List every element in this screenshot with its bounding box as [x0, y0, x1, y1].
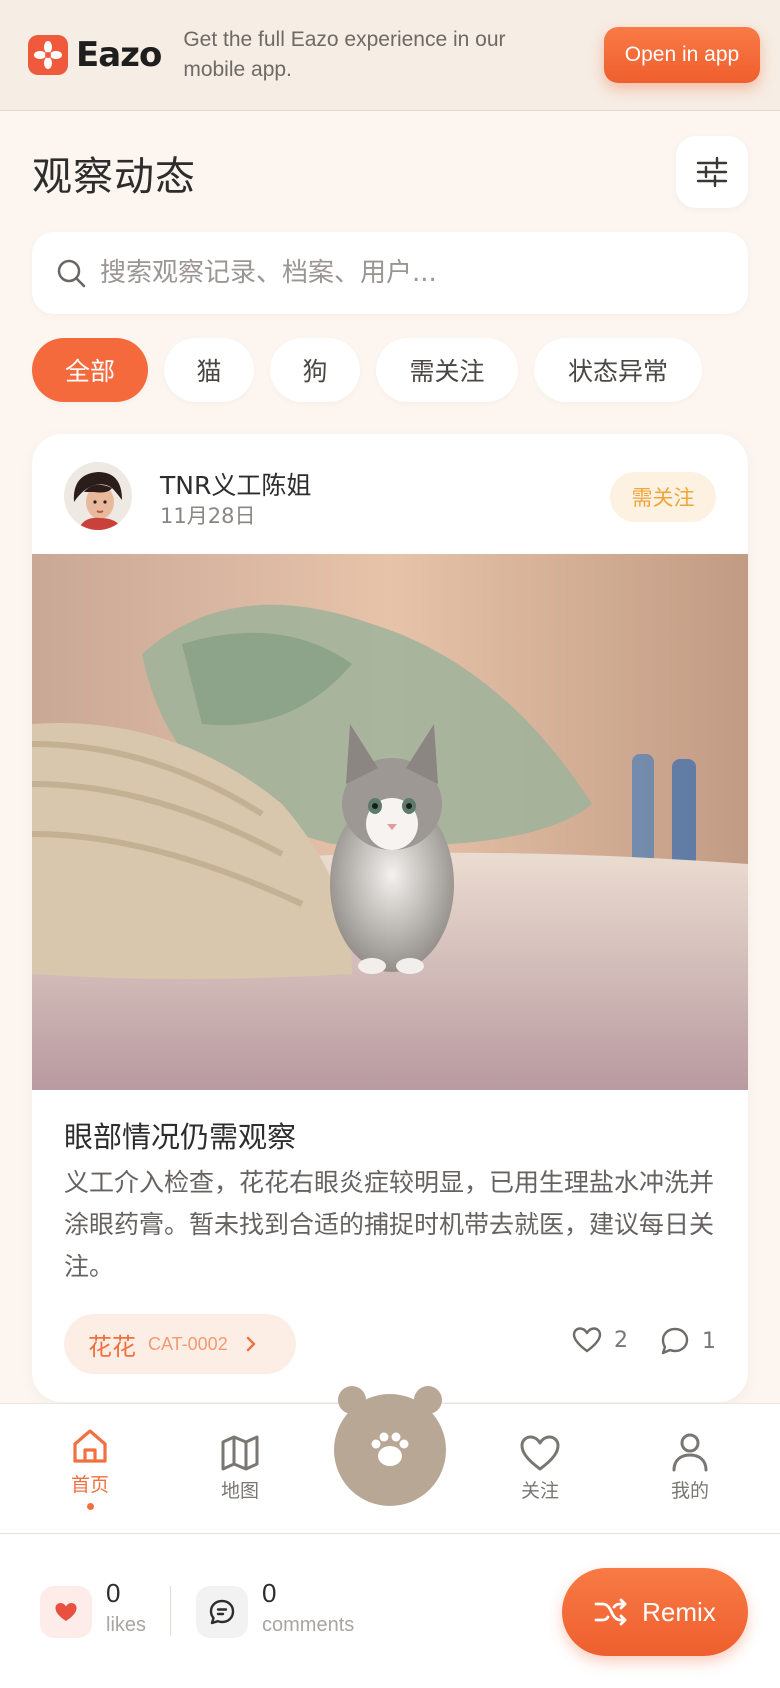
bear-paw-button[interactable]: [334, 1382, 446, 1506]
active-indicator: [86, 1503, 94, 1510]
pet-profile-link[interactable]: 花花 CAT-0002: [64, 1314, 296, 1374]
post-date: 11月28日: [160, 504, 256, 528]
app-banner: Eazo Get the full Eazo experience in our…: [0, 0, 780, 111]
nav-profile[interactable]: 我的: [645, 1432, 735, 1503]
chip-needs-attention[interactable]: 需关注: [376, 338, 518, 402]
shuffle-icon: [594, 1598, 627, 1626]
chat-icon: [209, 1599, 235, 1625]
map-icon: [221, 1435, 259, 1471]
observation-card[interactable]: TNR义工陈姐 11月28日 需关注 眼部情况仍需观察 义工介入检查，花花右眼炎…: [32, 434, 748, 1402]
nav-map[interactable]: 地图: [195, 1434, 285, 1503]
like-count: 2: [614, 1327, 628, 1353]
user-icon: [672, 1433, 708, 1472]
kitten-photo[interactable]: [32, 554, 748, 1090]
comment-count: 1: [702, 1328, 716, 1354]
comments-count: 0: [262, 1578, 277, 1608]
comment-button[interactable]: 1: [660, 1326, 716, 1356]
nav-following-label: 关注: [520, 1480, 559, 1502]
chip-dog[interactable]: 狗: [270, 338, 360, 402]
post-title: 眼部情况仍需观察: [64, 1120, 297, 1154]
avatar[interactable]: [64, 462, 132, 530]
nav-home-label: 首页: [70, 1474, 109, 1496]
heart-icon: [572, 1327, 602, 1353]
filter-button[interactable]: [676, 136, 748, 208]
chip-cat[interactable]: 猫: [164, 338, 254, 402]
chip-all[interactable]: 全部: [32, 338, 148, 402]
home-icon: [73, 1429, 107, 1463]
search-bar[interactable]: [32, 232, 748, 314]
heart-icon: [520, 1435, 560, 1471]
comments-label: comments: [262, 1614, 355, 1636]
remix-button[interactable]: Remix: [562, 1568, 748, 1656]
pet-id: CAT-0002: [148, 1333, 228, 1354]
chevron-right-icon: [246, 1336, 255, 1352]
post-author[interactable]: TNR义工陈姐: [160, 466, 311, 502]
footer-bar: 0 likes 0 comments Remix: [0, 1533, 780, 1688]
pet-name: 花花: [88, 1332, 136, 1361]
page-title: 观察动态: [32, 154, 196, 200]
likes-button[interactable]: [40, 1586, 92, 1638]
nav-following[interactable]: 关注: [495, 1434, 585, 1503]
comments-button[interactable]: [196, 1586, 248, 1638]
footer-divider: [170, 1586, 171, 1636]
comment-icon: [661, 1327, 689, 1355]
banner-message: Get the full Eazo experience in our mobi…: [183, 28, 506, 81]
like-button[interactable]: 2: [572, 1326, 628, 1354]
nav-profile-label: 我的: [670, 1480, 709, 1502]
status-badge: 需关注: [610, 472, 716, 522]
search-icon: [57, 259, 86, 288]
brand-name: Eazo: [76, 35, 162, 75]
likes-label: likes: [106, 1614, 147, 1636]
remix-label: Remix: [642, 1596, 716, 1627]
search-input[interactable]: [100, 258, 700, 288]
likes-count: 0: [106, 1578, 121, 1608]
post-body: 义工介入检查，花花右眼炎症较明显，已用生理盐水冲洗并涂眼药膏。暂未找到合适的捕捉…: [64, 1168, 715, 1281]
nav-map-label: 地图: [220, 1480, 259, 1502]
filter-chips: 全部 猫 狗 需关注 状态异常: [32, 338, 702, 402]
eazo-logo-icon: [28, 35, 68, 75]
open-in-app-button[interactable]: Open in app: [604, 27, 760, 83]
chip-abnormal[interactable]: 状态异常: [534, 338, 702, 402]
sliders-icon: [696, 156, 728, 188]
heart-icon: [55, 1603, 77, 1621]
nav-home[interactable]: 首页: [45, 1426, 135, 1510]
